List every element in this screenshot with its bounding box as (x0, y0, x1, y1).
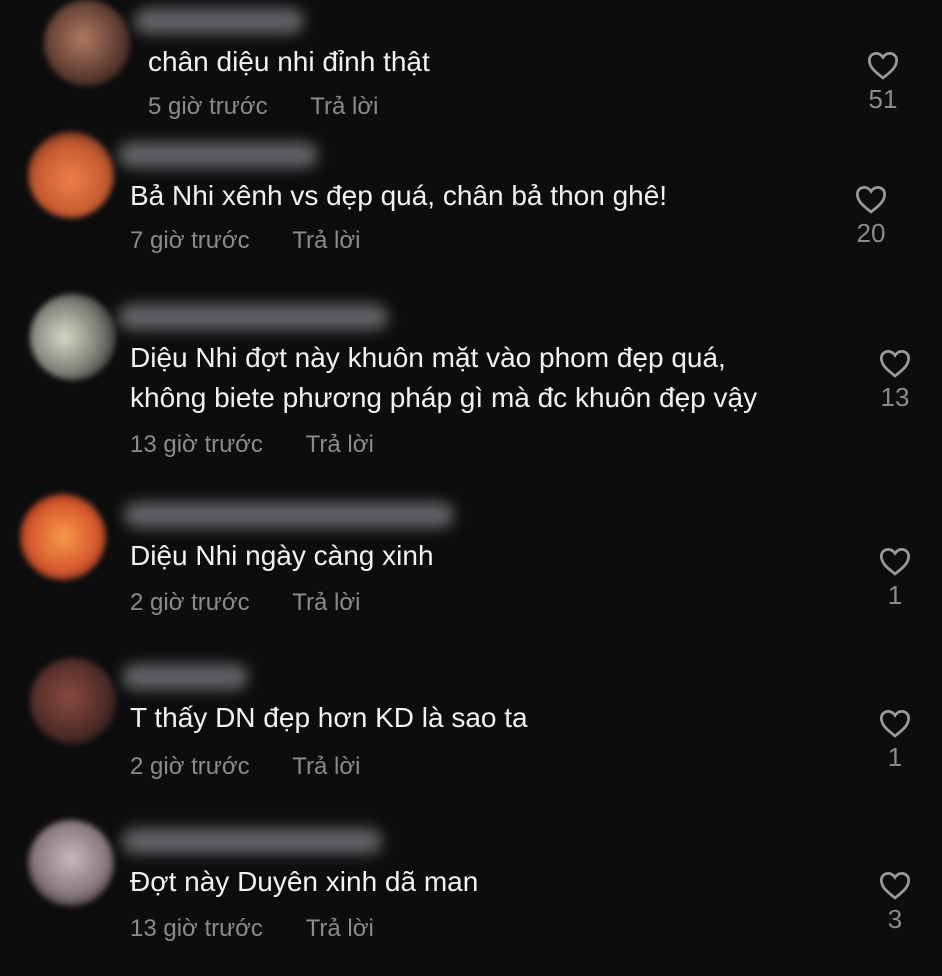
like-count: 1 (887, 742, 903, 772)
username-blurred (118, 142, 318, 168)
comment-text: Đợt này Duyên xinh dã man (130, 866, 479, 897)
reply-button[interactable]: Trả lời (292, 226, 360, 256)
heart-outline-icon (879, 350, 911, 378)
avatar[interactable] (28, 820, 114, 906)
avatar[interactable] (20, 494, 106, 580)
like-button[interactable]: 13 (865, 348, 925, 412)
username-blurred (118, 304, 388, 330)
comment-time: 7 giờ trước (130, 227, 250, 254)
heart-outline-icon (879, 548, 911, 576)
heart-outline-icon (879, 872, 911, 900)
comment-meta: 2 giờ trước Trả lời (130, 588, 360, 618)
comment-text: Bả Nhi xênh vs đẹp quá, chân bả thon ghê… (130, 180, 668, 211)
comment-meta: 7 giờ trước Trả lời (130, 226, 360, 256)
avatar[interactable] (30, 294, 116, 380)
username-blurred (122, 828, 382, 854)
comment-meta: 5 giờ trước Trả lời (148, 92, 378, 122)
comment-text: T thấy DN đẹp hơn KD là sao ta (130, 702, 528, 733)
comment-time: 5 giờ trước (148, 93, 268, 120)
comment-text: Diệu Nhi ngày càng xinh (130, 540, 434, 571)
reply-button[interactable]: Trả lời (292, 588, 360, 618)
like-button[interactable]: 20 (841, 184, 901, 248)
avatar[interactable] (30, 658, 116, 744)
like-count: 13 (880, 382, 910, 412)
like-count: 51 (868, 84, 898, 114)
like-count: 3 (887, 904, 903, 934)
like-button[interactable]: 3 (865, 870, 925, 934)
like-count: 1 (887, 580, 903, 610)
comment-meta: 13 giờ trước Trả lời (130, 430, 374, 460)
comment-meta: 2 giờ trước Trả lời (130, 752, 360, 782)
comment-text: chân diệu nhi đỉnh thật (148, 46, 430, 77)
like-count: 20 (856, 218, 886, 248)
heart-outline-icon (879, 710, 911, 738)
avatar[interactable] (28, 132, 114, 218)
username-blurred (124, 502, 454, 528)
username-blurred (122, 664, 248, 690)
like-button[interactable]: 1 (865, 708, 925, 772)
comment-time: 13 giờ trước (130, 915, 263, 942)
reply-button[interactable]: Trả lời (306, 430, 374, 460)
like-button[interactable]: 1 (865, 546, 925, 610)
reply-button[interactable]: Trả lời (292, 752, 360, 782)
like-button[interactable]: 51 (853, 50, 913, 114)
comment-time: 13 giờ trước (130, 431, 263, 458)
avatar[interactable] (44, 0, 130, 86)
comment-text: Diệu Nhi đợt này khuôn mặt vào phom đẹp … (130, 342, 758, 413)
username-blurred (134, 8, 304, 34)
reply-button[interactable]: Trả lời (306, 914, 374, 944)
heart-outline-icon (855, 186, 887, 214)
reply-button[interactable]: Trả lời (310, 92, 378, 122)
heart-outline-icon (867, 52, 899, 80)
comment-time: 2 giờ trước (130, 753, 250, 780)
comment-time: 2 giờ trước (130, 589, 250, 616)
comment-meta: 13 giờ trước Trả lời (130, 914, 374, 944)
